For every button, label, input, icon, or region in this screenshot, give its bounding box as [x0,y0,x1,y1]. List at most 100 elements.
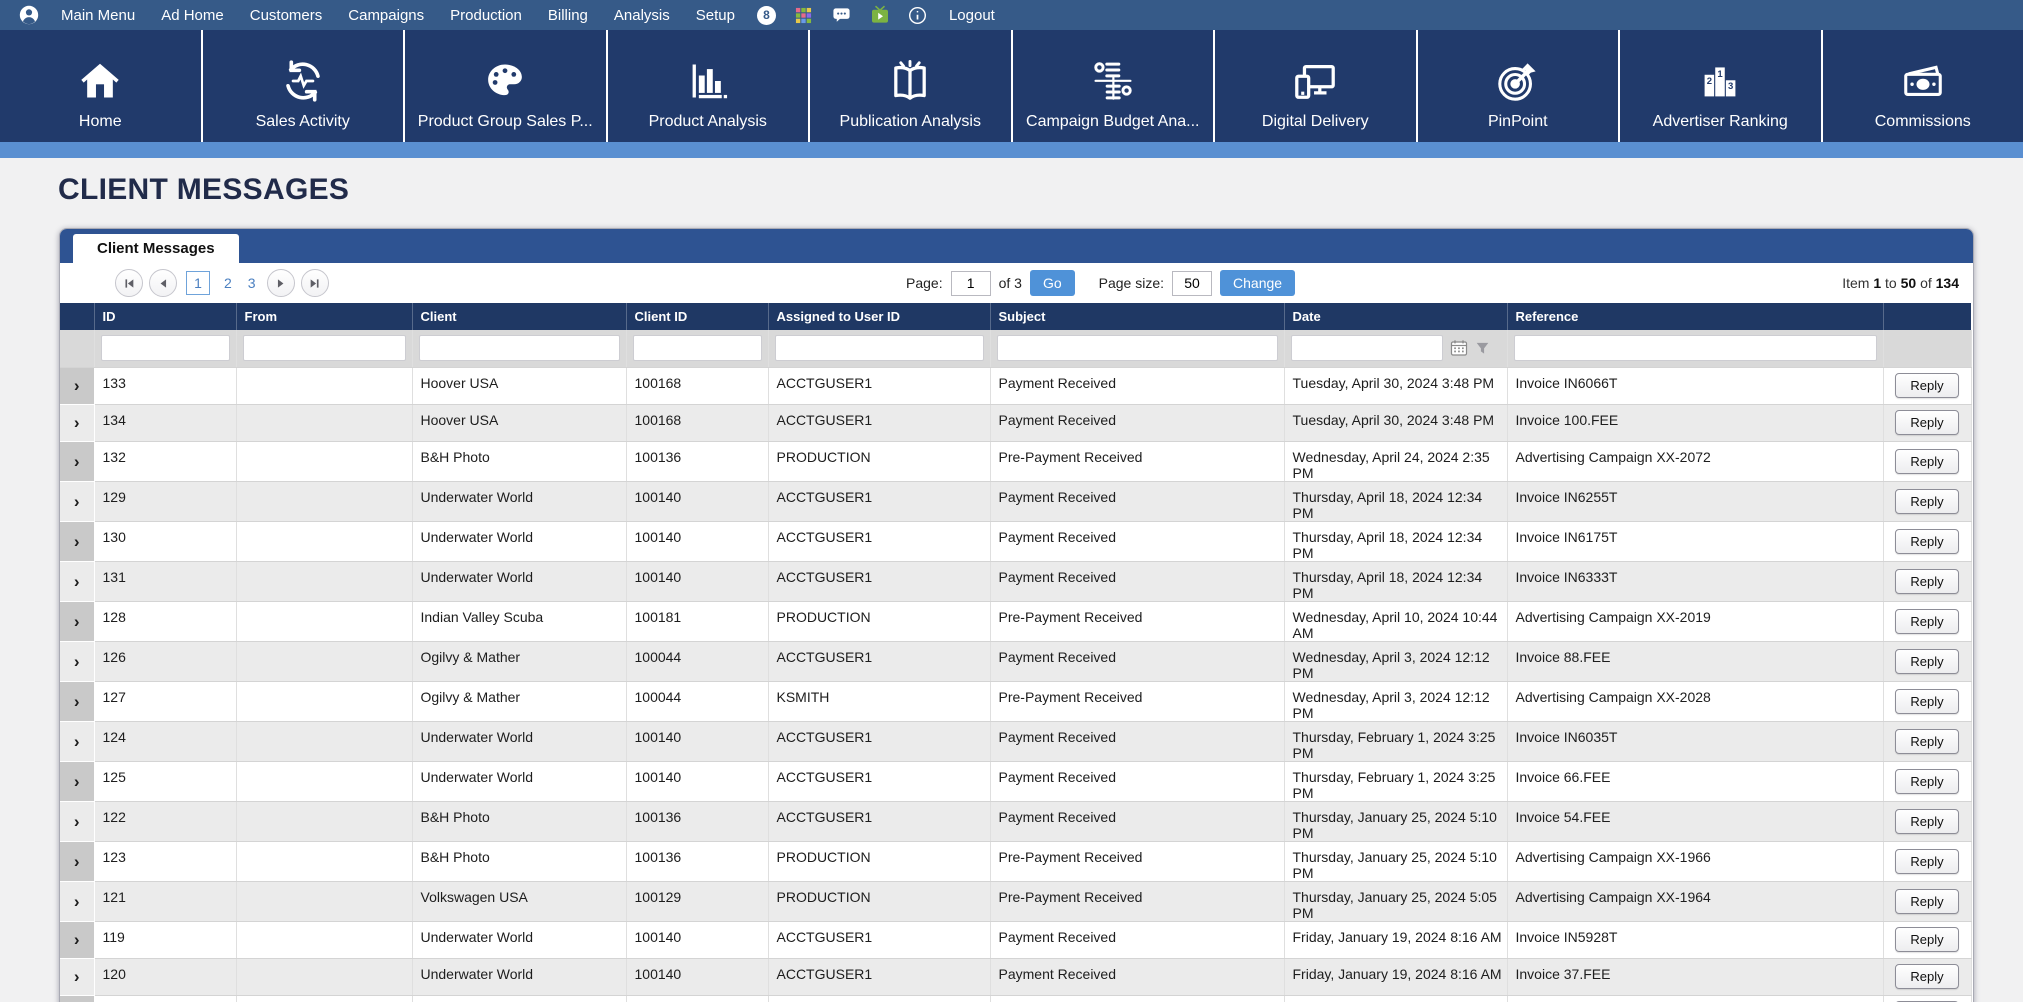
reply-button[interactable]: Reply [1895,489,1958,514]
reply-button[interactable]: Reply [1895,569,1958,594]
reply-button[interactable]: Reply [1895,529,1958,554]
menu-item-customers[interactable]: Customers [237,7,336,24]
reply-button[interactable]: Reply [1895,849,1958,874]
row-expander[interactable]: › [60,761,94,801]
reply-button[interactable]: Reply [1895,889,1958,914]
filter-funnel-icon[interactable] [1475,341,1490,356]
home-icon [78,56,122,106]
filter-id-input[interactable] [101,335,230,361]
ribbon-tile-sales-activity[interactable]: Sales Activity [203,30,406,142]
ribbon-tile-advertiser-ranking[interactable]: 213Advertiser Ranking [1620,30,1823,142]
page-link-3[interactable]: 3 [248,275,256,291]
apps-grid-icon[interactable] [792,7,816,24]
filter-subject-input[interactable] [997,335,1278,361]
ribbon-tile-product-group-sales-p[interactable]: Product Group Sales P... [405,30,608,142]
tab-client-messages[interactable]: Client Messages [73,234,239,263]
reply-button[interactable]: Reply [1895,609,1958,634]
reply-button[interactable]: Reply [1895,769,1958,794]
row-expander[interactable]: › [60,404,94,441]
reply-button[interactable]: Reply [1895,927,1958,952]
filter-assigned-input[interactable] [775,335,984,361]
ribbon-tile-label: Product Group Sales P... [418,113,593,131]
filter-client-input[interactable] [419,335,620,361]
calendar-icon[interactable] [1450,339,1468,357]
page-current[interactable]: 1 [186,271,210,295]
reply-button[interactable]: Reply [1895,729,1958,754]
notification-badge[interactable]: 8 [757,6,776,25]
ribbon-tile-publication-analysis[interactable]: Publication Analysis [810,30,1013,142]
ribbon-tile-home[interactable]: Home [0,30,203,142]
page-number-input[interactable] [951,271,991,296]
filter-date-input[interactable] [1291,335,1443,361]
cell-from [236,921,412,958]
filter-from-input[interactable] [243,335,406,361]
menu-item-main-menu[interactable]: Main Menu [48,7,148,24]
chevron-right-icon: › [74,452,80,471]
cell-subject: Payment Received [990,761,1284,801]
item-from: 1 [1873,275,1881,291]
menu-item-analysis[interactable]: Analysis [601,7,683,24]
reply-button[interactable]: Reply [1895,410,1958,435]
prev-page-button[interactable] [149,269,177,297]
reply-button[interactable]: Reply [1895,649,1958,674]
page-size-input[interactable] [1172,271,1212,296]
user-icon[interactable] [17,5,41,25]
cell-date: Thursday, January 25, 2024 5:10 PM [1284,841,1507,881]
cell-from [236,601,412,641]
page-label: Page: [906,275,943,291]
row-expander[interactable]: › [60,521,94,561]
row-expander[interactable]: › [60,641,94,681]
menu-item-billing[interactable]: Billing [535,7,601,24]
cell-subject: Payment Received [990,561,1284,601]
row-expander[interactable]: › [60,441,94,481]
ribbon-tile-campaign-budget-ana[interactable]: Campaign Budget Ana... [1013,30,1216,142]
menu-item-ad-home[interactable]: Ad Home [148,7,237,24]
row-expander[interactable]: › [60,958,94,995]
ribbon-tile-pinpoint[interactable]: PinPoint [1418,30,1621,142]
row-expander[interactable]: › [60,367,94,404]
chat-icon[interactable] [830,6,854,25]
row-expander[interactable]: › [60,721,94,761]
ribbon-tile-digital-delivery[interactable]: Digital Delivery [1215,30,1418,142]
menu-item-setup[interactable]: Setup [683,7,748,24]
menu-item-campaigns[interactable]: Campaigns [335,7,437,24]
info-icon[interactable] [906,6,930,25]
ribbon-tile-product-analysis[interactable]: Product Analysis [608,30,811,142]
row-expander[interactable]: › [60,995,94,1002]
row-expander[interactable]: › [60,481,94,521]
cell-from [236,521,412,561]
first-page-button[interactable] [115,269,143,297]
change-button[interactable]: Change [1220,270,1295,296]
reply-button[interactable]: Reply [1895,964,1958,989]
row-expander[interactable]: › [60,841,94,881]
next-page-button[interactable] [267,269,295,297]
go-button[interactable]: Go [1030,270,1075,296]
page-link-2[interactable]: 2 [224,275,232,291]
reply-button[interactable]: Reply [1895,449,1958,474]
row-expander[interactable]: › [60,921,94,958]
cell-id: 117 [94,995,236,1002]
filter-client-id-input[interactable] [633,335,762,361]
menu-item-production[interactable]: Production [437,7,535,24]
header-reply-cell [1883,303,1971,330]
chevron-right-icon: › [74,732,80,751]
ribbon-tile-commissions[interactable]: Commissions [1823,30,2023,142]
row-expander[interactable]: › [60,601,94,641]
cell-subject: Pre-Payment Received [990,681,1284,721]
last-page-button[interactable] [301,269,329,297]
row-expander[interactable]: › [60,561,94,601]
reply-button[interactable]: Reply [1895,689,1958,714]
filter-reference-input[interactable] [1514,335,1877,361]
cell-from [236,958,412,995]
row-expander[interactable]: › [60,801,94,841]
table-row: › 130 Underwater World 100140 ACCTGUSER1… [60,521,1971,561]
cell-assigned-to: ACCTGUSER1 [768,801,990,841]
reply-button[interactable]: Reply [1895,373,1958,398]
reply-button[interactable]: Reply [1895,809,1958,834]
cell-subject: Payment Received [990,958,1284,995]
client-messages-table: IDFromClientClient IDAssigned to User ID… [60,303,1972,1002]
row-expander[interactable]: › [60,881,94,921]
video-tv-icon[interactable] [868,5,892,25]
logout-button[interactable]: Logout [949,7,995,24]
row-expander[interactable]: › [60,681,94,721]
